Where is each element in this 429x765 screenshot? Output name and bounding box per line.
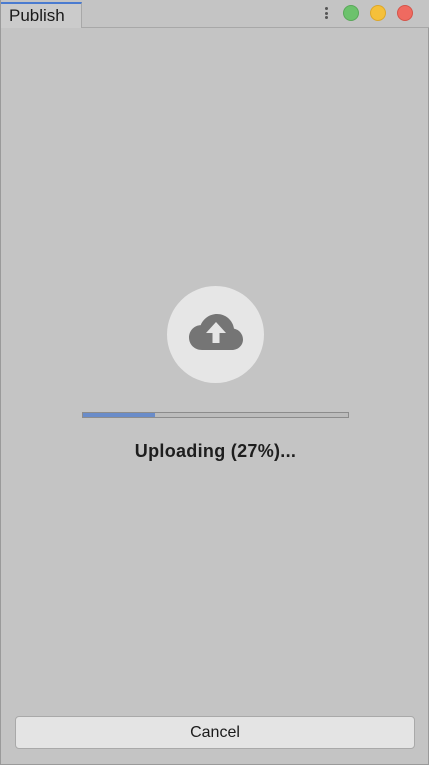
- upload-status-text: Uploading (27%)...: [134, 441, 297, 461]
- publish-window: Publish Uploading (27%)... Cancel: [0, 0, 429, 765]
- maximize-button[interactable]: [343, 5, 359, 21]
- tab-publish-label: Publish: [9, 6, 65, 25]
- minimize-button[interactable]: [370, 5, 386, 21]
- cloud-upload-icon: [189, 314, 243, 350]
- cancel-button-label: Cancel: [190, 724, 240, 741]
- upload-badge: [167, 286, 264, 383]
- close-button[interactable]: [397, 5, 413, 21]
- cancel-button[interactable]: Cancel: [15, 716, 415, 749]
- upload-progress-fill: [83, 413, 155, 417]
- tab-bar: Publish: [1, 0, 429, 28]
- upload-progress-bar: [82, 412, 349, 418]
- kebab-menu-icon[interactable]: [323, 7, 329, 21]
- tab-publish[interactable]: Publish: [1, 2, 82, 28]
